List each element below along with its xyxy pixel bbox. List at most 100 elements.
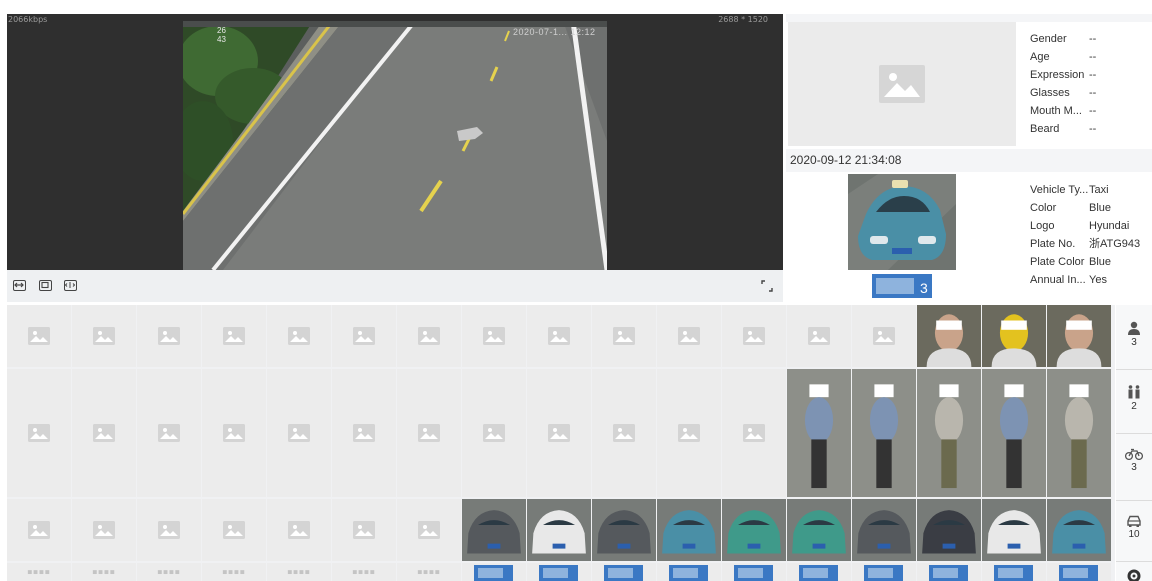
capture-thumbnail[interactable] xyxy=(982,369,1046,497)
capture-thumbnail[interactable]: ■■■■ xyxy=(137,563,201,581)
capture-thumbnail[interactable]: ■■■■ xyxy=(7,563,71,581)
capture-thumbnail[interactable] xyxy=(462,369,526,497)
capture-thumbnail[interactable] xyxy=(917,369,981,497)
capture-thumbnail[interactable] xyxy=(657,499,721,561)
capture-thumbnail[interactable] xyxy=(1047,563,1111,581)
category-motor-vehicle[interactable]: 10 xyxy=(1116,500,1152,540)
capture-thumbnail[interactable] xyxy=(1047,369,1111,497)
capture-thumbnail[interactable] xyxy=(852,499,916,561)
capture-image xyxy=(852,499,916,561)
vehicle-attr-row: Vehicle Ty...Taxi xyxy=(1030,184,1109,196)
image-placeholder-icon xyxy=(223,424,245,442)
capture-thumbnail[interactable] xyxy=(592,563,656,581)
capture-thumbnail[interactable]: ■■■■ xyxy=(202,563,266,581)
original-size-icon[interactable] xyxy=(39,280,52,291)
capture-thumbnail[interactable] xyxy=(72,499,136,561)
capture-thumbnail[interactable] xyxy=(1047,305,1111,367)
capture-thumbnail[interactable] xyxy=(722,499,786,561)
capture-thumbnail[interactable] xyxy=(657,563,721,581)
fullscreen-icon[interactable] xyxy=(761,280,773,292)
people-icon xyxy=(1128,385,1140,399)
capture-thumbnail[interactable] xyxy=(7,499,71,561)
capture-thumbnail[interactable] xyxy=(527,369,591,497)
capture-thumbnail[interactable] xyxy=(722,369,786,497)
capture-thumbnail[interactable] xyxy=(982,499,1046,561)
capture-thumbnail[interactable] xyxy=(137,369,201,497)
capture-grid: ■■■■ ■■■■ ■■■■ ■■■■ ■■■■ ■■■■ ■■■■ xyxy=(7,305,1115,581)
capture-thumbnail[interactable] xyxy=(852,305,916,367)
capture-thumbnail[interactable] xyxy=(462,499,526,561)
capture-thumbnail[interactable] xyxy=(397,369,461,497)
capture-thumbnail[interactable] xyxy=(137,305,201,367)
capture-thumbnail[interactable] xyxy=(722,305,786,367)
capture-thumbnail[interactable] xyxy=(72,305,136,367)
category-non-motor[interactable]: 3 xyxy=(1116,433,1152,473)
category-count: 10 xyxy=(1128,529,1140,540)
capture-thumbnail[interactable] xyxy=(527,305,591,367)
image-placeholder-icon xyxy=(93,521,115,539)
capture-thumbnail[interactable] xyxy=(982,563,1046,581)
capture-thumbnail[interactable] xyxy=(202,305,266,367)
capture-thumbnail[interactable] xyxy=(982,305,1046,367)
vehicle-attr-row: Plate No. 浙ATG943 xyxy=(1030,238,1141,250)
capture-thumbnail[interactable] xyxy=(267,369,331,497)
capture-image xyxy=(917,369,981,497)
capture-thumbnail[interactable] xyxy=(72,369,136,497)
capture-thumbnail[interactable] xyxy=(1047,499,1111,561)
capture-thumbnail[interactable] xyxy=(787,305,851,367)
capture-thumbnail[interactable] xyxy=(202,369,266,497)
stretch-icon[interactable] xyxy=(64,280,77,291)
capture-thumbnail[interactable]: ■■■■ xyxy=(397,563,461,581)
capture-thumbnail[interactable] xyxy=(787,499,851,561)
camera-timestamp: 2020-07-1... 12:12 xyxy=(513,27,596,37)
capture-thumbnail[interactable] xyxy=(7,305,71,367)
image-placeholder-icon xyxy=(93,327,115,345)
face-snapshot xyxy=(788,22,1016,146)
category-face[interactable]: 3 xyxy=(1116,321,1152,348)
capture-thumbnail[interactable] xyxy=(397,305,461,367)
capture-thumbnail[interactable]: ■■■■ xyxy=(332,563,396,581)
capture-image xyxy=(1047,499,1111,561)
settings-button[interactable] xyxy=(1116,561,1152,581)
capture-thumbnail[interactable] xyxy=(852,369,916,497)
capture-image xyxy=(852,369,916,497)
capture-image xyxy=(787,499,851,561)
capture-thumbnail[interactable] xyxy=(462,563,526,581)
fit-window-icon[interactable] xyxy=(13,280,26,291)
capture-thumbnail[interactable] xyxy=(592,305,656,367)
live-video-window[interactable]: 2066kbps 2688 * 1520 2020-07-1... 12:12 … xyxy=(7,14,783,270)
capture-thumbnail[interactable] xyxy=(657,369,721,497)
capture-thumbnail[interactable] xyxy=(722,563,786,581)
capture-thumbnail[interactable] xyxy=(462,305,526,367)
capture-thumbnail[interactable] xyxy=(332,499,396,561)
category-human-body[interactable]: 2 xyxy=(1116,369,1152,412)
capture-thumbnail[interactable] xyxy=(7,369,71,497)
bicycle-icon xyxy=(1125,448,1143,460)
capture-image xyxy=(462,499,526,561)
capture-thumbnail[interactable] xyxy=(787,563,851,581)
face-attributes: Gender -- Age -- Expression -- Glasses -- Mo… xyxy=(1030,30,1096,138)
video-frame: 2020-07-1... 12:12 26 43 xyxy=(183,21,607,270)
capture-thumbnail[interactable] xyxy=(852,563,916,581)
capture-thumbnail[interactable] xyxy=(202,499,266,561)
capture-thumbnail[interactable] xyxy=(397,499,461,561)
capture-thumbnail[interactable] xyxy=(592,499,656,561)
capture-thumbnail[interactable] xyxy=(917,499,981,561)
capture-thumbnail[interactable] xyxy=(332,369,396,497)
capture-thumbnail[interactable] xyxy=(332,305,396,367)
capture-thumbnail[interactable] xyxy=(137,499,201,561)
capture-thumbnail[interactable]: ■■■■ xyxy=(72,563,136,581)
vehicle-attr-row: Annual In... Yes xyxy=(1030,274,1107,286)
capture-thumbnail[interactable] xyxy=(787,369,851,497)
capture-thumbnail[interactable] xyxy=(527,499,591,561)
capture-thumbnail[interactable] xyxy=(917,305,981,367)
video-metadata-page: 2066kbps 2688 * 1520 2020-07-1... 12:12 … xyxy=(0,0,1152,581)
capture-thumbnail[interactable] xyxy=(917,563,981,581)
category-count: 3 xyxy=(1131,337,1137,348)
capture-thumbnail[interactable] xyxy=(267,305,331,367)
capture-thumbnail[interactable] xyxy=(527,563,591,581)
capture-thumbnail[interactable]: ■■■■ xyxy=(267,563,331,581)
capture-thumbnail[interactable] xyxy=(657,305,721,367)
capture-thumbnail[interactable] xyxy=(592,369,656,497)
capture-thumbnail[interactable] xyxy=(267,499,331,561)
